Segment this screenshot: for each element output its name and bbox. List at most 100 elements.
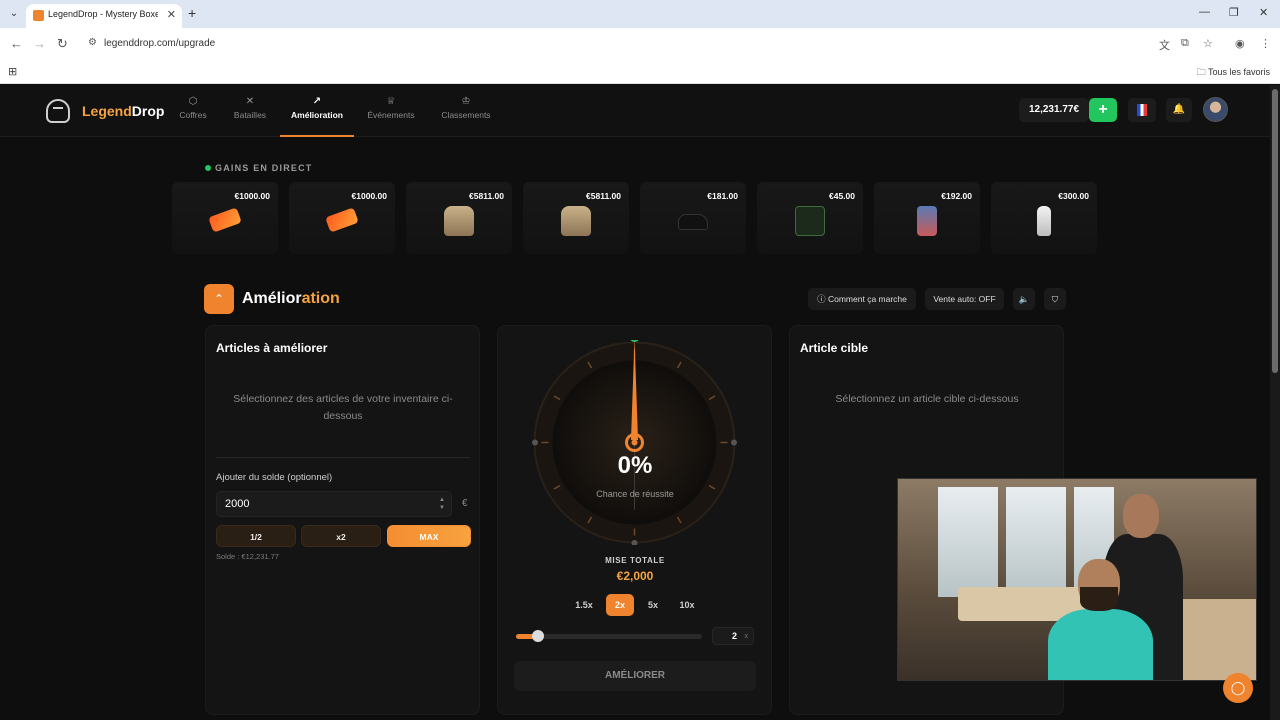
new-tab-icon[interactable]: + — [188, 5, 196, 21]
multiplier-1-5x[interactable]: 1.5x — [570, 594, 598, 616]
chat-button[interactable]: ◯ — [1223, 673, 1253, 703]
nav-coffres[interactable]: ⬡ Coffres — [178, 96, 208, 138]
live-title-text: GAINS EN DIRECT — [215, 163, 313, 173]
page-scrollbar[interactable] — [1270, 85, 1280, 720]
bookmark-star-icon[interactable]: ☆ — [1203, 37, 1213, 50]
minimize-icon[interactable]: — — [1199, 6, 1210, 18]
nav-evenements[interactable]: ♕ Événements — [364, 96, 418, 138]
trophy-icon: ♕ — [386, 96, 396, 107]
forward-icon[interactable]: → — [33, 36, 46, 51]
close-window-icon[interactable]: ✕ — [1259, 6, 1268, 19]
multiplier-value: 2 — [731, 631, 737, 641]
total-stake-label: MISE TOTALE — [605, 556, 665, 565]
multiplier-slider[interactable] — [516, 630, 702, 642]
live-drop-card[interactable]: €1000.00 — [172, 182, 278, 254]
dial-right-marker — [731, 439, 737, 446]
install-icon[interactable]: ⧉ — [1181, 37, 1189, 50]
webcam-person-head — [1123, 494, 1159, 538]
half-button[interactable]: 1/2 — [216, 525, 296, 547]
live-drop-card[interactable]: €300.00 — [991, 182, 1097, 254]
language-button[interactable] — [1128, 98, 1156, 122]
box-icon: ⬡ — [188, 96, 198, 107]
balance-note: Solde : €12,231.77 — [216, 552, 279, 561]
trending-up-icon: ↗ — [312, 96, 322, 107]
balance-amount-input[interactable] — [216, 491, 452, 517]
double-button[interactable]: x2 — [301, 525, 381, 547]
number-spinner-icon[interactable]: ▲ ▼ — [439, 496, 445, 512]
items-to-upgrade-panel: Articles à améliorer Sélectionnez des ar… — [205, 325, 480, 715]
sound-button[interactable]: 🔈 — [1013, 288, 1035, 310]
nav-label: Événements — [367, 110, 415, 120]
nav-batailles[interactable]: ✕ Batailles — [232, 96, 268, 138]
deposit-button[interactable]: + — [1089, 98, 1117, 122]
live-drop-card[interactable]: €5811.00 — [523, 182, 629, 254]
jacket-icon — [561, 206, 591, 236]
active-nav-underline — [280, 135, 354, 137]
close-tab-icon[interactable]: ✕ — [167, 8, 176, 21]
balance-input-label: Ajouter du solde (optionnel) — [216, 472, 333, 483]
multiplier-10x[interactable]: 10x — [673, 594, 701, 616]
panel-title: Article cible — [800, 341, 869, 355]
live-drop-card[interactable]: €5811.00 — [406, 182, 512, 254]
fairness-button[interactable]: ⛉ — [1044, 288, 1066, 310]
panel-title: Articles à améliorer — [216, 341, 328, 355]
all-bookmarks-label: Tous les favoris — [1207, 67, 1270, 77]
user-avatar[interactable] — [1203, 97, 1228, 122]
scrollbar-thumb[interactable] — [1272, 89, 1278, 373]
back-icon[interactable]: ← — [10, 36, 23, 51]
upgrade-button[interactable]: AMÉLIORER — [514, 661, 756, 691]
reload-icon[interactable]: ↻ — [57, 36, 68, 52]
all-bookmarks-link[interactable]: 🗀 Tous les favoris — [1197, 65, 1270, 81]
multiplier-input[interactable]: 2x — [712, 627, 754, 645]
slider-handle[interactable] — [532, 630, 545, 642]
live-drop-card[interactable]: €192.00 — [874, 182, 980, 254]
logo-icon[interactable] — [46, 99, 70, 123]
menu-dots-icon[interactable]: ⋮ — [1260, 37, 1271, 50]
how-it-works-button[interactable]: ⓘ Comment ça marche — [808, 288, 916, 310]
max-button[interactable]: MAX — [387, 525, 471, 547]
total-stake-value: €2,000 — [616, 569, 654, 583]
tab-title: LegendDrop - Mystery Boxes & — [48, 9, 158, 19]
live-drop-card[interactable]: €45.00 — [757, 182, 863, 254]
chance-dial — [532, 340, 737, 545]
ticket-icon — [208, 207, 242, 233]
bottle-icon — [1037, 206, 1051, 236]
webcam-window — [938, 487, 998, 597]
dial-left-marker — [532, 439, 538, 446]
live-dot-icon — [205, 165, 211, 171]
live-drops-title: GAINS EN DIRECT — [205, 163, 313, 173]
webcam-streamer — [1048, 559, 1153, 680]
live-drop-card[interactable]: €181.00 — [640, 182, 746, 254]
nav-classements[interactable]: ♔ Classements — [438, 96, 494, 138]
url-field[interactable]: ⚙ legenddrop.com/upgrade — [82, 33, 1172, 55]
restore-icon[interactable]: ❐ — [1229, 6, 1239, 19]
dial-pivot-center — [631, 439, 638, 446]
apps-grid-icon[interactable]: ⊞ — [8, 65, 17, 78]
nav-amelioration[interactable]: ↗ Amélioration — [288, 96, 346, 138]
multiplier-5x[interactable]: 5x — [639, 594, 667, 616]
balance-display[interactable]: 12,231.77€ — [1019, 98, 1089, 122]
browser-tab[interactable]: LegendDrop - Mystery Boxes & ✕ — [26, 4, 182, 28]
notifications-button[interactable]: 🔔 — [1166, 98, 1192, 122]
brand-legend: Legend — [82, 103, 132, 119]
nav-label: Classements — [441, 110, 491, 120]
translate-icon[interactable]: 文 — [1159, 37, 1170, 53]
jacket-icon — [444, 206, 474, 236]
auto-sell-toggle[interactable]: Vente auto: OFF — [925, 288, 1004, 310]
address-bar: ← → ↻ ⚙ legenddrop.com/upgrade 文 ⧉ ☆ ◉ ⋮ — [0, 28, 1280, 60]
page-title: Amélioration — [242, 290, 340, 308]
page-title-accent: ation — [301, 290, 340, 307]
multiplier-2x[interactable]: 2x — [606, 594, 634, 616]
site-header: LegendDrop ⬡ Coffres ✕ Batailles ↗ Améliora… — [0, 85, 1270, 137]
drop-price: €192.00 — [941, 191, 972, 201]
live-drop-card[interactable]: €1000.00 — [289, 182, 395, 254]
brand-logo[interactable]: LegendDrop — [82, 103, 164, 119]
crown-icon: ♔ — [461, 96, 471, 107]
site-info-icon[interactable]: ⚙ — [88, 37, 97, 48]
webcam-streamer-body — [1048, 609, 1153, 680]
tab-search-icon[interactable]: ⌄ — [6, 6, 22, 22]
success-chance-label: Chance de réussite — [596, 489, 674, 499]
bookmarks-bar: ⊞ 🗀 Tous les favoris — [0, 60, 1280, 84]
shirt-icon — [795, 206, 825, 236]
profile-icon[interactable]: ◉ — [1235, 37, 1245, 50]
